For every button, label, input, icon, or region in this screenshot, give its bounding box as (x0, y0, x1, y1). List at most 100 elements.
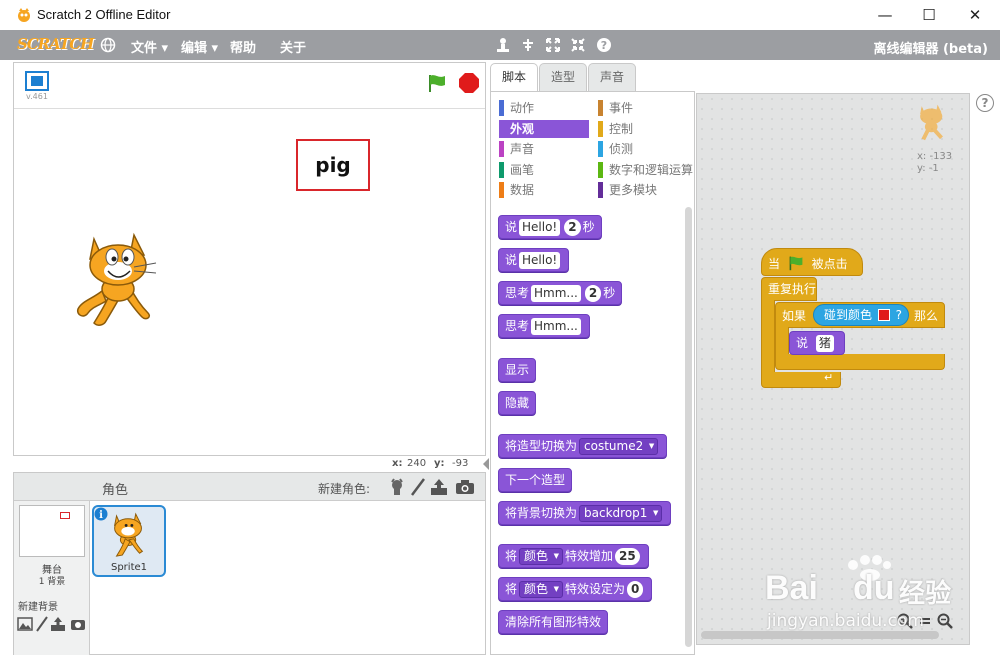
upload-sprite-icon[interactable] (430, 478, 448, 496)
block-next-costume[interactable]: 下一个造型 (498, 468, 573, 492)
upload-backdrop-icon[interactable] (50, 616, 66, 632)
stage-thumbnail-preview (60, 512, 70, 519)
block-text-input[interactable]: Hello! (519, 219, 561, 236)
block-palette: 动作 外观 声音 画笔 数据 事件 控制 侦测 数字和逻辑运算 更多模块 说 He… (490, 91, 695, 655)
category-label: 更多模块 (609, 183, 658, 197)
version-label: v.461 (26, 92, 48, 101)
block-text-input[interactable]: Hmm... (531, 285, 581, 302)
category-label: 动作 (510, 101, 535, 115)
backdrop-library-icon[interactable] (17, 617, 33, 631)
block-set-effect[interactable]: 将颜色特效设定为0 (498, 577, 653, 601)
zoom-out-icon[interactable] (937, 613, 953, 629)
block-text: 将 (505, 549, 518, 563)
block-think[interactable]: 思考 Hmm... (498, 314, 590, 338)
block-say[interactable]: 说 Hello! (498, 248, 570, 272)
sprite-panel: 角色 新建角色: 舞台 1 背景 新建背景 i Sprite1 (13, 472, 486, 655)
category-events[interactable]: 事件 (598, 99, 694, 117)
block-number-input[interactable]: 0 (627, 581, 644, 598)
category-sound[interactable]: 声音 (499, 140, 589, 158)
say-text-input[interactable]: 猪 (815, 335, 834, 352)
duplicate-icon[interactable] (495, 37, 511, 53)
block-clear-effects[interactable]: 清除所有图形特效 (498, 610, 609, 634)
delete-scissors-icon[interactable] (520, 37, 536, 53)
category-label: 外观 (510, 122, 535, 136)
category-label: 侦测 (609, 142, 634, 156)
help-tips-button[interactable]: ? (976, 94, 994, 112)
collapse-arrow-icon[interactable] (482, 457, 490, 471)
block-text-input[interactable]: Hmm... (531, 318, 581, 335)
forever-block[interactable]: 重复执行 (761, 277, 817, 301)
help-circle-icon[interactable]: ? (596, 37, 612, 53)
block-number-input[interactable]: 25 (615, 548, 640, 565)
stage-canvas[interactable]: pig (14, 109, 485, 455)
category-swatch (499, 100, 504, 116)
block-text: 说 (796, 336, 809, 350)
block-switch-costume[interactable]: 将造型切换为 costume2 (498, 434, 668, 458)
script-area[interactable]: x: -133 y: -1 当 被点击 重复执行 ↵ 如果 那么 碰到颜色 ? … (696, 93, 970, 645)
scratch-logo[interactable]: SCRATCH (17, 35, 94, 53)
forever-block-bottom: ↵ (761, 371, 841, 388)
backdrop-camera-icon[interactable] (70, 617, 86, 631)
globe-icon[interactable] (100, 37, 116, 53)
tab-scripts[interactable]: 脚本 (490, 63, 538, 92)
block-text: 那么 (914, 309, 939, 323)
green-flag-icon[interactable] (427, 73, 447, 93)
sprite-thumbnail-sprite1[interactable]: i Sprite1 (92, 505, 166, 577)
block-say-for-secs[interactable]: 说 Hello! 2 秒 (498, 215, 602, 239)
coord-x-label: x: (392, 458, 403, 469)
block-think-for-secs[interactable]: 思考 Hmm... 2 秒 (498, 281, 623, 305)
category-sensing[interactable]: 侦测 (598, 140, 694, 158)
tab-sounds[interactable]: 声音 (588, 63, 636, 91)
stop-sign-icon[interactable] (458, 72, 480, 94)
category-looks[interactable]: 外观 (499, 120, 589, 138)
block-hide[interactable]: 隐藏 (498, 391, 537, 415)
paint-backdrop-icon[interactable] (36, 616, 48, 632)
fullscreen-icon[interactable] (25, 71, 49, 91)
menu-about[interactable]: 关于 (280, 37, 306, 56)
scratch-cat-sprite[interactable] (72, 229, 168, 329)
block-switch-backdrop[interactable]: 将背景切换为 backdrop1 (498, 501, 672, 525)
hat-block-flag-clicked[interactable]: 当 被点击 (761, 248, 863, 276)
close-button[interactable]: ✕ (952, 0, 998, 30)
scratch-window: Scratch 2 Offline Editor — ☐ ✕ SCRATCH 文… (0, 0, 1000, 655)
sprite-library-icon[interactable] (388, 478, 406, 496)
menu-file[interactable]: 文件 ▾ (131, 37, 168, 56)
color-swatch-input[interactable] (877, 309, 890, 321)
script-horizontal-scrollbar[interactable] (701, 631, 939, 639)
menu-help[interactable]: 帮助 (230, 37, 256, 56)
backdrop-dropdown[interactable]: backdrop1 (579, 505, 663, 522)
maximize-button[interactable]: ☐ (906, 0, 952, 30)
category-operators[interactable]: 数字和逻辑运算 (598, 161, 694, 179)
block-text: 思考 (505, 319, 530, 333)
zoom-reset-icon[interactable] (917, 613, 933, 629)
effect-dropdown[interactable]: 颜色 (519, 581, 564, 598)
costume-dropdown[interactable]: costume2 (579, 438, 659, 455)
zoom-in-icon[interactable] (897, 613, 913, 629)
block-number-input[interactable]: 2 (564, 219, 581, 236)
svg-text:i: i (99, 510, 103, 521)
category-control[interactable]: 控制 (598, 120, 694, 138)
block-number-input[interactable]: 2 (584, 285, 602, 302)
tab-costumes[interactable]: 造型 (539, 63, 587, 91)
camera-icon[interactable] (455, 479, 475, 495)
block-text-input[interactable]: Hello! (519, 252, 561, 269)
category-pen[interactable]: 画笔 (499, 161, 589, 179)
new-backdrop-label: 新建背景 (18, 602, 58, 613)
shrink-icon[interactable] (570, 37, 586, 53)
paint-brush-icon[interactable] (410, 478, 426, 496)
touching-color-block[interactable]: 碰到颜色 ? (813, 304, 909, 326)
category-motion[interactable]: 动作 (499, 99, 589, 117)
category-data[interactable]: 数据 (499, 181, 589, 199)
block-change-effect[interactable]: 将颜色特效增加25 (498, 544, 649, 568)
category-more-blocks[interactable]: 更多模块 (598, 181, 694, 199)
stage-thumbnail[interactable] (19, 505, 85, 557)
minimize-button[interactable]: — (862, 0, 908, 30)
palette-scrollbar[interactable] (685, 207, 692, 647)
say-block-script[interactable]: 说 猪 (789, 331, 845, 355)
block-show[interactable]: 显示 (498, 358, 537, 382)
block-text: 碰到颜色 (824, 308, 873, 322)
effect-dropdown[interactable]: 颜色 (519, 548, 564, 565)
menu-edit[interactable]: 编辑 ▾ (181, 37, 218, 56)
grow-icon[interactable] (545, 37, 561, 53)
block-text: 将 (505, 582, 518, 596)
